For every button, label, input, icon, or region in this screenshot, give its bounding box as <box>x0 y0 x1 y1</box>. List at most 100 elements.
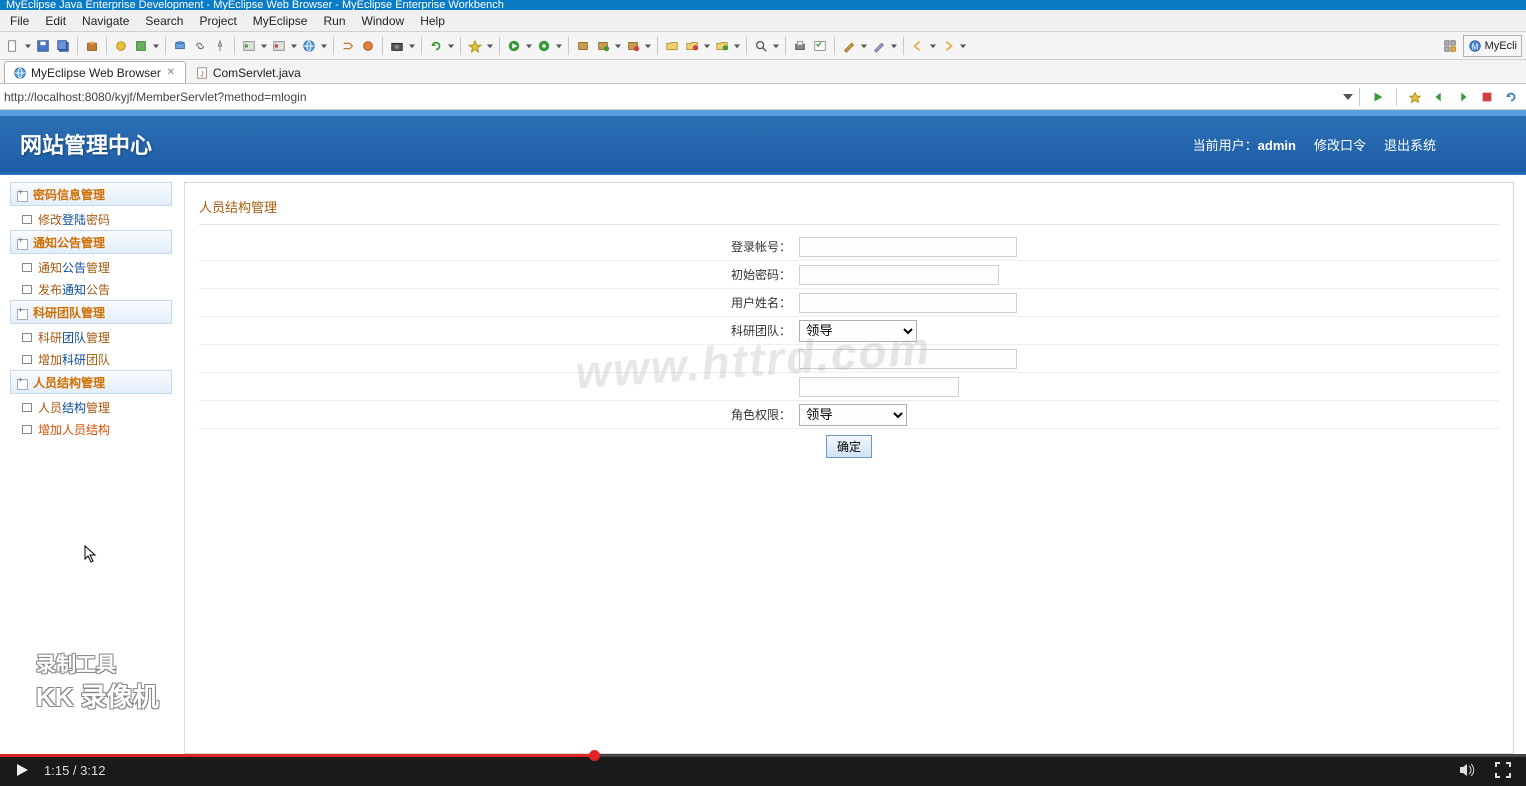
new-icon[interactable] <box>4 37 22 55</box>
start-server-icon[interactable] <box>132 37 150 55</box>
sidebar-item-change-login-pwd[interactable]: 修改登陆密码 <box>10 208 172 230</box>
select-role[interactable]: 领导 <box>799 404 907 426</box>
nav-forward-icon[interactable] <box>1454 88 1472 106</box>
forward-icon[interactable] <box>939 37 957 55</box>
menu-file[interactable]: File <box>2 14 37 28</box>
folder1-icon[interactable] <box>663 37 681 55</box>
dropdown-icon[interactable] <box>525 37 533 55</box>
play-icon[interactable] <box>14 762 30 778</box>
sidebar-item-team-manage[interactable]: 科研团队管理 <box>10 326 172 348</box>
dropdown-icon[interactable] <box>24 37 32 55</box>
dropdown-icon[interactable] <box>929 37 937 55</box>
link-logout[interactable]: 退出系统 <box>1384 135 1436 154</box>
g1-icon[interactable] <box>240 37 258 55</box>
sidebar-item-personnel-add[interactable]: 增加人员结构 <box>10 418 172 440</box>
link-change-password[interactable]: 修改口令 <box>1314 135 1366 154</box>
dropdown-icon[interactable] <box>290 37 298 55</box>
dropdown-icon[interactable] <box>959 37 967 55</box>
dropdown-icon[interactable] <box>644 37 652 55</box>
input-blank2[interactable] <box>799 377 959 397</box>
deploy-icon[interactable] <box>112 37 130 55</box>
video-time: 1:15 / 3:12 <box>44 763 105 778</box>
dropdown-icon[interactable] <box>555 37 563 55</box>
dropdown-icon[interactable] <box>447 37 455 55</box>
dropdown-icon[interactable] <box>733 37 741 55</box>
refresh-icon[interactable] <box>427 37 445 55</box>
dropdown-icon[interactable] <box>320 37 328 55</box>
ant-icon[interactable] <box>359 37 377 55</box>
menu-help[interactable]: Help <box>412 14 453 28</box>
box2-icon[interactable] <box>594 37 612 55</box>
close-icon[interactable]: ✕ <box>165 67 177 79</box>
favorite-icon[interactable] <box>1406 88 1424 106</box>
folder3-icon[interactable] <box>713 37 731 55</box>
volume-icon[interactable] <box>1458 761 1476 779</box>
db-icon[interactable] <box>171 37 189 55</box>
dropdown-icon[interactable] <box>614 37 622 55</box>
tab-myeclipse-web-browser[interactable]: MyEclipse Web Browser ✕ <box>4 61 186 83</box>
menu-myeclipse[interactable]: MyEclipse <box>245 14 316 28</box>
print-icon[interactable] <box>791 37 809 55</box>
sidebar-item-personnel-manage[interactable]: 人员结构管理 <box>10 396 172 418</box>
wand2-icon[interactable] <box>870 37 888 55</box>
submit-button[interactable]: 确定 <box>826 435 872 458</box>
box1-icon[interactable] <box>574 37 592 55</box>
fullscreen-icon[interactable] <box>1494 761 1512 779</box>
link-icon[interactable] <box>191 37 209 55</box>
dropdown-icon[interactable] <box>772 37 780 55</box>
dropdown-icon[interactable] <box>260 37 268 55</box>
menu-edit[interactable]: Edit <box>37 14 74 28</box>
checklist-icon[interactable] <box>811 37 829 55</box>
input-username[interactable] <box>799 293 1017 313</box>
box3-icon[interactable] <box>624 37 642 55</box>
package-icon[interactable] <box>83 37 101 55</box>
sidebar-item-team-add[interactable]: 增加科研团队 <box>10 348 172 370</box>
star-icon[interactable] <box>466 37 484 55</box>
menu-project[interactable]: Project <box>191 14 244 28</box>
input-login[interactable] <box>799 237 1017 257</box>
save-icon[interactable] <box>34 37 52 55</box>
camera-icon[interactable] <box>388 37 406 55</box>
dropdown-icon[interactable] <box>408 37 416 55</box>
go-icon[interactable] <box>1369 88 1387 106</box>
search-icon[interactable] <box>752 37 770 55</box>
stop-icon[interactable] <box>1478 88 1496 106</box>
menu-run[interactable]: Run <box>315 14 353 28</box>
folder2-icon[interactable] <box>683 37 701 55</box>
globe-icon[interactable] <box>300 37 318 55</box>
dropdown-icon[interactable] <box>152 37 160 55</box>
video-progress-track[interactable] <box>0 754 1526 757</box>
sidebar-header-personnel[interactable]: 人员结构管理 <box>10 370 172 394</box>
select-team[interactable]: 领导 <box>799 320 917 342</box>
sidebar-header-password[interactable]: 密码信息管理 <box>10 182 172 206</box>
input-initpwd[interactable] <box>799 265 999 285</box>
nav-back-icon[interactable] <box>1430 88 1448 106</box>
open-perspective-icon[interactable] <box>1441 37 1459 55</box>
save-all-icon[interactable] <box>54 37 72 55</box>
dropdown-icon[interactable] <box>890 37 898 55</box>
sidebar-item-notice-manage[interactable]: 通知公告管理 <box>10 256 172 278</box>
url-dropdown-icon[interactable] <box>1340 87 1356 107</box>
sidebar-item-notice-publish[interactable]: 发布通知公告 <box>10 278 172 300</box>
back-icon[interactable] <box>909 37 927 55</box>
url-input[interactable] <box>0 87 1340 107</box>
debug-icon[interactable] <box>535 37 553 55</box>
menu-navigate[interactable]: Navigate <box>74 14 137 28</box>
pin-icon[interactable] <box>211 37 229 55</box>
run-icon[interactable] <box>505 37 523 55</box>
menu-window[interactable]: Window <box>354 14 413 28</box>
label-username: 用户姓名： <box>199 294 799 311</box>
sidebar-header-notice[interactable]: 通知公告管理 <box>10 230 172 254</box>
tab-comservlet-java[interactable]: J ComServlet.java <box>186 61 310 83</box>
menu-search[interactable]: Search <box>137 14 191 28</box>
perspective-myeclipse[interactable]: M MyEcli <box>1463 35 1522 57</box>
dropdown-icon[interactable] <box>860 37 868 55</box>
sidebar-header-team[interactable]: 科研团队管理 <box>10 300 172 324</box>
wand-icon[interactable] <box>840 37 858 55</box>
shuffle-icon[interactable] <box>339 37 357 55</box>
dropdown-icon[interactable] <box>486 37 494 55</box>
dropdown-icon[interactable] <box>703 37 711 55</box>
g2-icon[interactable] <box>270 37 288 55</box>
input-blank[interactable] <box>799 349 1017 369</box>
reload-icon[interactable] <box>1502 88 1520 106</box>
